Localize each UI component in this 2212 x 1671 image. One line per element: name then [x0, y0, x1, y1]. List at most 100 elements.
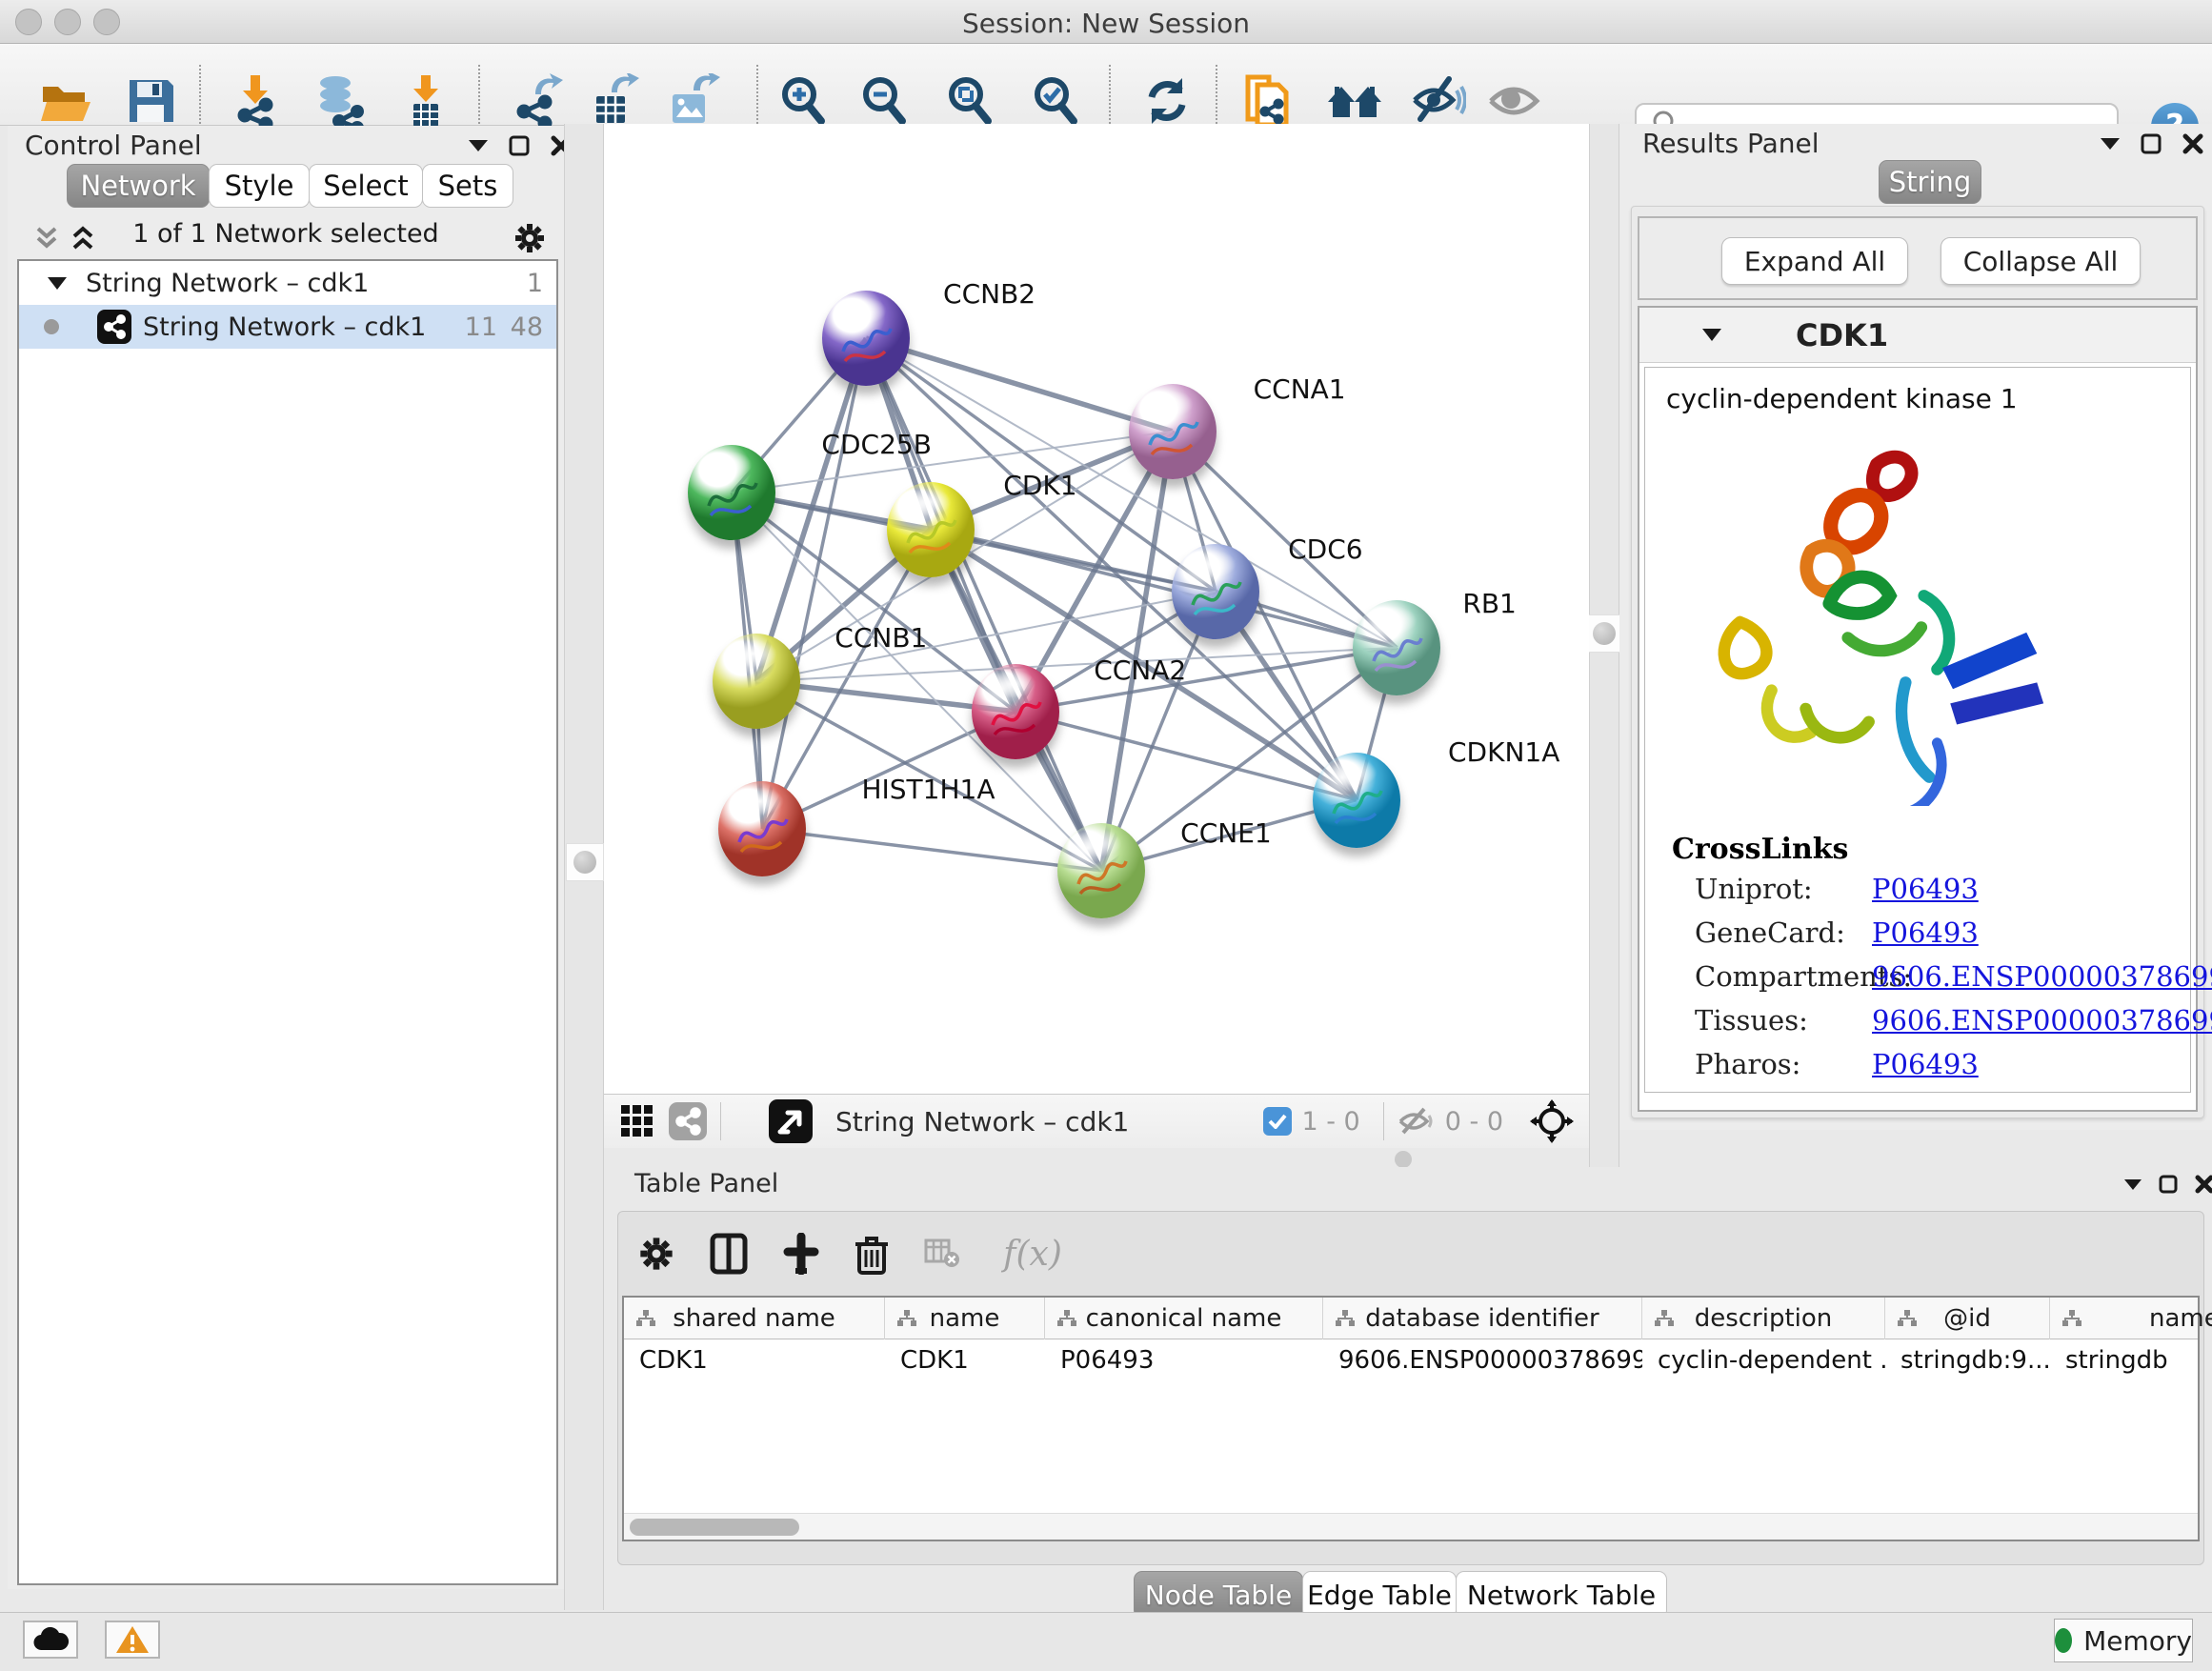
- network-node-ccnb1[interactable]: [713, 634, 800, 729]
- crosslink-link[interactable]: P06493: [1872, 873, 1979, 905]
- memory-button[interactable]: Memory: [2054, 1619, 2193, 1662]
- network-node-cdc25b[interactable]: [688, 445, 775, 540]
- string-query-icon[interactable]: [1239, 72, 1297, 130]
- import-table-icon[interactable]: [397, 72, 454, 130]
- table-cell[interactable]: CDK1: [624, 1339, 885, 1381]
- show-columns-icon[interactable]: [704, 1229, 754, 1278]
- zoom-fit-icon[interactable]: [941, 72, 998, 130]
- save-icon[interactable]: [122, 72, 179, 130]
- table-cell[interactable]: cyclin-dependent ...: [1642, 1339, 1885, 1381]
- table-gear-icon[interactable]: [632, 1229, 681, 1278]
- left-splitter[interactable]: [564, 124, 604, 1610]
- export-table-icon[interactable]: [584, 72, 641, 130]
- network-node-ccna1[interactable]: [1129, 384, 1217, 479]
- collapse-panel-icon[interactable]: [469, 140, 488, 151]
- zoom-selected-icon[interactable]: [1027, 72, 1084, 130]
- crosslink-link[interactable]: P06493: [1872, 916, 1979, 949]
- network-edge[interactable]: [762, 829, 1101, 871]
- tab-style[interactable]: Style: [209, 164, 310, 208]
- tab-string[interactable]: String: [1879, 160, 1981, 204]
- node-label-hist1h1a: HIST1H1A: [861, 774, 995, 805]
- expand-all-button[interactable]: Expand All: [1721, 237, 1908, 285]
- network-edge[interactable]: [732, 493, 1216, 592]
- horizontal-scrollbar[interactable]: [624, 1513, 2198, 1540]
- selected-checkbox-icon[interactable]: [1263, 1107, 1292, 1136]
- collapse-panel-icon[interactable]: [2101, 138, 2120, 150]
- warning-button[interactable]: [105, 1621, 160, 1659]
- hide-eye-icon[interactable]: [1410, 72, 1467, 130]
- delete-column-trash-icon[interactable]: [847, 1229, 896, 1278]
- right-splitter[interactable]: [1589, 124, 1619, 1167]
- import-network-icon[interactable]: [227, 72, 284, 130]
- table-cell[interactable]: CDK1: [885, 1339, 1045, 1381]
- cloud-button[interactable]: [23, 1621, 78, 1659]
- refresh-icon[interactable]: [1138, 72, 1196, 130]
- network-row[interactable]: String Network – cdk1 11 48: [19, 305, 556, 349]
- horizontal-splitter-handle[interactable]: [1395, 1151, 1412, 1168]
- collapse-panel-icon[interactable]: [2124, 1179, 2142, 1190]
- right-splitter-handle[interactable]: [1586, 614, 1622, 653]
- crosslink-link[interactable]: 9606.ENSP00000378699: [1872, 1004, 2212, 1037]
- zoom-in-icon[interactable]: [774, 72, 832, 130]
- birdseye-grid-icon[interactable]: [619, 1103, 655, 1139]
- section-expanded-icon[interactable]: [1702, 329, 1721, 341]
- expanded-arrow-icon[interactable]: [48, 277, 67, 290]
- table-cell[interactable]: stringdb: [2050, 1339, 2212, 1381]
- float-panel-icon[interactable]: [2159, 1175, 2178, 1194]
- scrollbar-thumb[interactable]: [630, 1519, 799, 1536]
- export-image-icon[interactable]: [664, 72, 721, 130]
- import-database-icon[interactable]: [312, 72, 369, 130]
- results-panel: Results Panel String Expand All Collapse…: [1619, 124, 2212, 1130]
- left-splitter-handle[interactable]: [566, 843, 604, 881]
- network-collection-row[interactable]: String Network – cdk1 1: [19, 261, 556, 305]
- table-cell[interactable]: 9606.ENSP00000378699: [1323, 1339, 1642, 1381]
- tab-sets[interactable]: Sets: [422, 164, 513, 208]
- add-column-icon[interactable]: [776, 1229, 826, 1278]
- float-panel-icon[interactable]: [509, 135, 530, 156]
- show-eye-icon[interactable]: [1485, 72, 1542, 130]
- table-row[interactable]: CDK1CDK1P064939606.ENSP00000378699cyclin…: [624, 1339, 2198, 1381]
- network-node-cdc6[interactable]: [1172, 544, 1259, 639]
- tab-network[interactable]: Network: [67, 164, 210, 208]
- toolbar-separator: [199, 65, 201, 135]
- column-header-canonical-name[interactable]: canonical name: [1045, 1298, 1323, 1339]
- fit-content-crosshair-icon[interactable]: [1530, 1099, 1574, 1143]
- network-node-rb1[interactable]: [1353, 600, 1440, 695]
- close-panel-icon[interactable]: [2195, 1175, 2212, 1194]
- export-network-icon[interactable]: [510, 72, 567, 130]
- table-cell[interactable]: P06493: [1045, 1339, 1323, 1381]
- column-header-name[interactable]: name: [885, 1298, 1045, 1339]
- toolbar-separator: [720, 1102, 721, 1140]
- network-edge[interactable]: [732, 432, 1172, 493]
- network-node-ccnb2[interactable]: [822, 291, 910, 386]
- column-header--id[interactable]: @id: [1885, 1298, 2050, 1339]
- collection-label: String Network – cdk1: [86, 269, 369, 298]
- network-edge[interactable]: [866, 338, 1173, 432]
- network-node-cdk1[interactable]: [887, 482, 975, 577]
- open-in-window-icon[interactable]: [769, 1099, 813, 1143]
- column-header-description[interactable]: description: [1642, 1298, 1885, 1339]
- column-header-shared-name[interactable]: shared name: [624, 1298, 885, 1339]
- string-style-icon[interactable]: [669, 1102, 707, 1140]
- table-cell[interactable]: stringdb:9...: [1885, 1339, 2050, 1381]
- collapse-all-button[interactable]: Collapse All: [1941, 237, 2141, 285]
- zoom-out-icon[interactable]: [855, 72, 913, 130]
- column-header-namespace[interactable]: namespace: [2050, 1298, 2212, 1339]
- close-panel-icon[interactable]: [2182, 133, 2203, 154]
- column-header-database-identifier[interactable]: database identifier: [1323, 1298, 1642, 1339]
- network-canvas[interactable]: CCNB2CCNA1CDC25BCDK1CDC6RB1CCNB1CCNA2CDK…: [604, 124, 1589, 1094]
- crosslink-link[interactable]: P06493: [1872, 1048, 1979, 1080]
- network-node-hist1h1a[interactable]: [718, 781, 806, 876]
- open-folder-icon[interactable]: [36, 72, 93, 130]
- network-node-cdkn1a[interactable]: [1313, 753, 1400, 848]
- tab-select[interactable]: Select: [309, 164, 423, 208]
- network-node-ccna2[interactable]: [972, 664, 1059, 759]
- network-node-ccne1[interactable]: [1057, 823, 1145, 918]
- home-pair-icon[interactable]: [1326, 72, 1383, 130]
- gear-icon[interactable]: [513, 221, 547, 255]
- memory-label: Memory: [2083, 1625, 2192, 1657]
- gene-section-header[interactable]: CDK1: [1639, 308, 2196, 363]
- crosslink-link[interactable]: 9606.ENSP00000378699: [1872, 960, 2212, 993]
- column-type-icon: [635, 1309, 656, 1328]
- float-panel-icon[interactable]: [2141, 133, 2162, 154]
